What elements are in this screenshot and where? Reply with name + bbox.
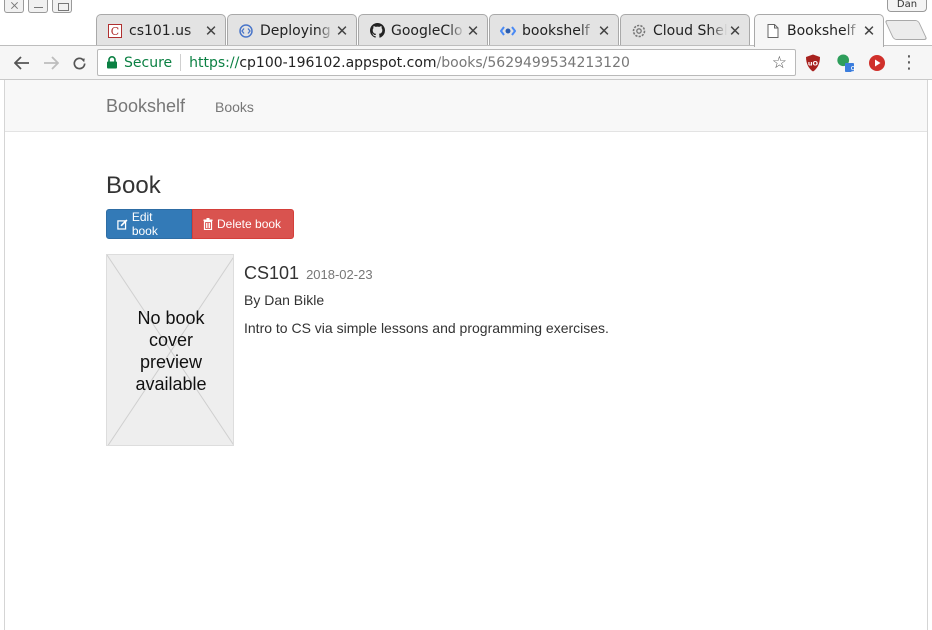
cover-text-line: No book (137, 308, 205, 328)
browser-tab[interactable]: bookshelf ✕ (489, 14, 619, 46)
browser-tab-active[interactable]: Bookshelf ✕ (754, 14, 884, 47)
tab-close-icon[interactable]: ✕ (727, 22, 743, 40)
book-title: CS101 (244, 263, 300, 283)
ublock-origin-icon[interactable]: uO (804, 54, 822, 72)
extension-green-icon[interactable]: 9 (836, 54, 856, 74)
url-scheme: https:// (189, 54, 240, 71)
tab-title: cs101.us (129, 22, 192, 39)
tab-title: GoogleClo (391, 22, 463, 39)
delete-book-label: Delete book (217, 217, 282, 231)
book-description: Intro to CS via simple lessons and progr… (244, 320, 609, 336)
browser-tab[interactable]: Deploying ✕ (227, 14, 357, 46)
window-maximize-button[interactable] (52, 0, 72, 13)
browser-tab[interactable]: Cloud Shel ✕ (620, 14, 750, 46)
github-icon (369, 23, 385, 39)
tab-close-icon[interactable]: ✕ (203, 22, 219, 40)
page-title: Book (106, 172, 161, 199)
tab-title: Deploying (260, 22, 331, 39)
edit-icon (117, 218, 128, 230)
reload-button[interactable] (66, 50, 92, 76)
url-host: cp100-196102.appspot.com (239, 54, 437, 71)
tab-title: Bookshelf (787, 23, 856, 39)
address-bar[interactable]: Secure https:// cp100-196102.appspot.com… (97, 49, 796, 76)
page-icon (765, 23, 781, 39)
url-path: /books/5629499534213120 (436, 54, 630, 71)
browser-tab[interactable]: GoogleClo ✕ (358, 14, 488, 46)
edit-book-label: Edit book (131, 210, 158, 238)
trash-icon (203, 218, 213, 230)
site-navbar: Bookshelf Books (5, 80, 927, 132)
cloud-source-icon (500, 23, 516, 39)
window-close-button[interactable] (4, 0, 24, 13)
browser-tab[interactable]: C cs101.us ✕ (96, 14, 226, 46)
edit-book-button[interactable]: Edit book (106, 209, 192, 239)
browser-tab-strip: C cs101.us ✕ Deploying ✕ GoogleClo ✕ boo… (0, 0, 932, 47)
cover-text-line: preview (139, 352, 203, 372)
svg-text:uO: uO (808, 60, 819, 68)
window-border-left (4, 80, 5, 630)
tab-close-icon[interactable]: ✕ (334, 22, 350, 40)
browser-toolbar: Secure https:// cp100-196102.appspot.com… (0, 46, 932, 80)
cover-text-line: available (135, 374, 207, 394)
tab-close-icon[interactable]: ✕ (861, 22, 877, 40)
nav-link-books[interactable]: Books (215, 99, 254, 115)
delete-book-button[interactable]: Delete book (192, 209, 294, 239)
web-page: Bookshelf Books Book Edit book Delete bo… (0, 80, 932, 630)
book-heading: CS101 2018-02-23 (244, 263, 373, 284)
browser-menu-icon[interactable]: ⋮ (900, 54, 918, 72)
bookmark-star-icon[interactable]: ☆ (772, 53, 787, 73)
tab-close-icon[interactable]: ✕ (465, 22, 481, 40)
youtube-play-icon[interactable] (868, 54, 886, 72)
profile-button[interactable]: Dan (887, 0, 927, 12)
address-separator (180, 54, 182, 71)
code-brackets-icon (238, 23, 254, 39)
navbar-brand[interactable]: Bookshelf (106, 96, 185, 117)
window-border-right (927, 80, 928, 630)
forward-button[interactable] (38, 50, 64, 76)
gear-icon (631, 23, 647, 39)
tab-title: bookshelf (522, 22, 590, 39)
back-button[interactable] (9, 50, 35, 76)
book-author: By Dan Bikle (244, 292, 325, 308)
lock-icon (107, 56, 117, 69)
book-cover-placeholder: No book cover preview available (106, 254, 234, 446)
window-minimize-button[interactable] (28, 0, 48, 13)
svg-text:C: C (111, 25, 119, 38)
cover-text-line: cover (148, 330, 193, 350)
cover-placeholder-text: No book cover preview available (107, 307, 233, 395)
new-tab-button[interactable] (884, 20, 928, 40)
cs101-favicon-icon: C (107, 23, 123, 39)
book-published-date: 2018-02-23 (306, 267, 373, 282)
tab-close-icon[interactable]: ✕ (596, 22, 612, 40)
tab-title: Cloud Shel (653, 22, 727, 39)
extension-badge: 9 (850, 65, 856, 74)
window-controls (4, 0, 72, 14)
secure-label: Secure (124, 54, 173, 71)
